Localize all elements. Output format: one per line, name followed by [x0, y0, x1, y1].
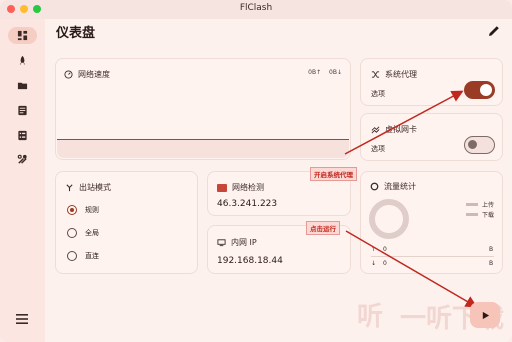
divider [371, 256, 494, 257]
system-proxy-title: 系统代理 [385, 70, 417, 79]
upload-arrow-icon: ↑ [371, 246, 377, 253]
traffic-donut-chart [369, 199, 409, 239]
system-proxy-card: 系统代理 选项 [360, 58, 503, 106]
sidebar-item-tools[interactable] [8, 151, 37, 168]
mode-option-rule[interactable]: 规则 [67, 205, 99, 215]
outbound-mode-card: 出站模式 规则 全局 直连 [55, 171, 198, 274]
route-icon [66, 184, 73, 192]
download-total-value: 0 [383, 260, 387, 267]
network-icon [371, 126, 380, 134]
sidebar-item-requests[interactable] [8, 127, 37, 144]
mode-option-direct[interactable]: 直连 [67, 251, 99, 261]
virtual-nic-toggle[interactable] [464, 136, 495, 154]
network-speed-title: 网络速度 [78, 70, 110, 79]
network-check-title: 网络检测 [232, 183, 264, 192]
run-button[interactable] [470, 302, 500, 328]
radio-selected-icon [67, 205, 77, 215]
watermark-logo: 听 [357, 302, 384, 332]
window-title: FlClash [239, 3, 273, 13]
sidebar-item-logs[interactable] [8, 102, 37, 119]
virtual-nic-options[interactable]: 选项 [371, 144, 385, 154]
shuffle-icon [371, 71, 380, 78]
page-title: 仪表盘 [56, 26, 96, 41]
speedometer-icon [64, 70, 73, 79]
virtual-nic-title: 虚拟网卡 [385, 125, 417, 134]
app-window: FlClash 仪表盘 网络速度 0B↑ 0B↓ 系统代理 选项 虚拟网卡 选项… [0, 0, 512, 342]
traffic-stats-card: 流量统计 上传 下载 ↑ 0 B ↓ 0 B [360, 171, 503, 274]
download-speed: 0B↓ [329, 69, 342, 76]
traffic-stats-title: 流量统计 [384, 182, 416, 191]
list-icon [18, 130, 27, 141]
pencil-icon[interactable] [487, 24, 501, 38]
mode-option-label: 直连 [85, 252, 99, 260]
outbound-mode-title: 出站模式 [79, 183, 111, 192]
annotation-enable-proxy: 开启系统代理 [310, 167, 357, 181]
radio-icon [67, 228, 77, 238]
intranet-ip-value: 192.168.18.44 [217, 256, 283, 266]
sidebar-item-dashboard[interactable] [8, 27, 37, 44]
computer-icon [217, 239, 226, 247]
download-legend-swatch [466, 213, 478, 216]
mode-option-label: 规则 [85, 206, 99, 214]
download-legend-label: 下载 [482, 212, 495, 219]
menu-icon[interactable] [16, 314, 28, 324]
download-arrow-icon: ↓ [371, 260, 377, 267]
speed-chart-area [57, 140, 349, 158]
upload-legend-label: 上传 [482, 202, 495, 209]
pie-chart-icon [370, 182, 379, 191]
public-ip-value: 46.3.241.223 [217, 199, 278, 209]
upload-legend-swatch [466, 203, 478, 206]
virtual-nic-card: 虚拟网卡 选项 [360, 113, 503, 161]
sidebar-item-profiles[interactable] [8, 77, 37, 94]
system-proxy-toggle[interactable] [464, 81, 495, 99]
system-proxy-options[interactable]: 选项 [371, 89, 385, 99]
log-icon [18, 105, 27, 116]
network-speed-card: 网络速度 0B↑ 0B↓ [55, 58, 351, 160]
intranet-ip-title: 内网 IP [231, 238, 257, 247]
folder-icon [17, 82, 28, 90]
download-total-unit: B [489, 260, 494, 267]
sidebar-item-proxies[interactable] [8, 52, 37, 69]
upload-total-value: 0 [383, 246, 387, 253]
upload-speed: 0B↑ [308, 69, 322, 76]
dashboard-icon [17, 30, 28, 41]
sidebar [0, 19, 45, 342]
radio-icon [67, 251, 77, 261]
upload-total-unit: B [489, 246, 494, 253]
play-icon [482, 311, 489, 319]
mode-option-label: 全局 [85, 229, 99, 237]
annotation-click-run: 点击运行 [306, 221, 340, 235]
title-bar: FlClash [0, 0, 512, 19]
mode-option-global[interactable]: 全局 [67, 228, 99, 238]
rocket-icon [19, 55, 26, 65]
flag-icon [217, 183, 227, 192]
tools-icon [17, 154, 27, 164]
